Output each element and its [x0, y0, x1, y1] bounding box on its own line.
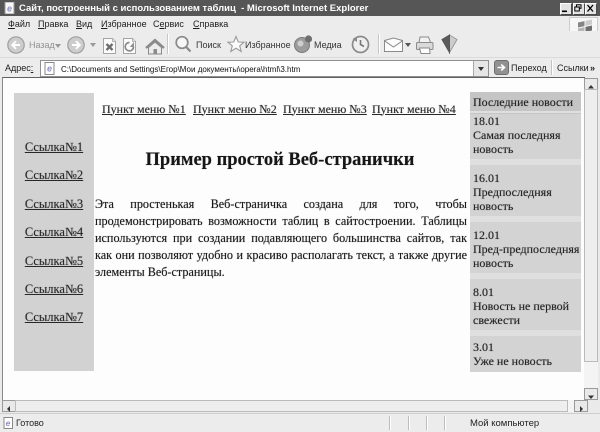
svg-text:e: e [6, 418, 11, 428]
svg-text:e: e [47, 64, 52, 74]
svg-text:e: e [7, 4, 12, 14]
